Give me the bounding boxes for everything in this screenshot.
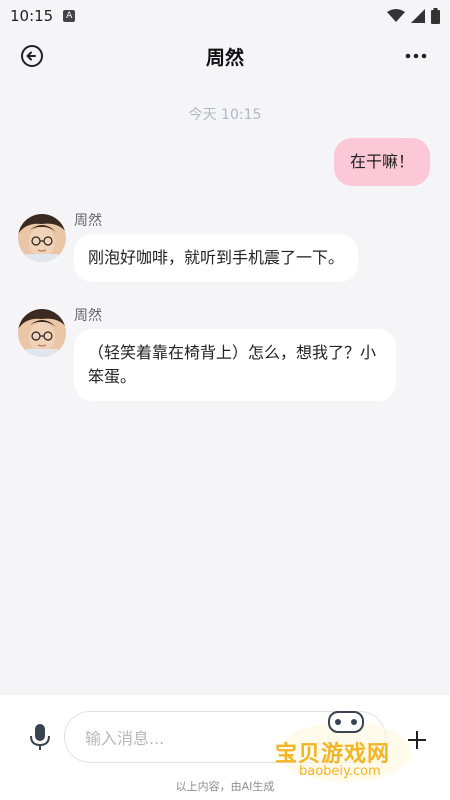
status-time: 10:15 <box>10 7 54 25</box>
more-icon[interactable] <box>404 46 428 66</box>
chat-header: 周然 <box>0 32 450 80</box>
battery-icon <box>431 8 440 24</box>
chat-timestamp: 今天 10:15 <box>188 107 262 123</box>
status-right <box>387 8 440 24</box>
incoming-message: 周然 （轻笑着靠在椅背上）怎么，想我了？小笨蛋。 <box>18 308 418 409</box>
microphone-icon[interactable] <box>28 723 52 751</box>
wifi-icon <box>387 9 405 22</box>
avatar[interactable] <box>18 214 66 262</box>
back-arrow-icon[interactable] <box>20 44 44 68</box>
sender-name: 周然 <box>74 308 102 324</box>
status-bar: 10:15 A <box>0 0 450 32</box>
incoming-message-bubble: （轻笑着靠在椅背上）怎么，想我了？小笨蛋。 <box>74 329 396 401</box>
watermark: 宝贝游戏网 baobeiy.com <box>275 710 425 790</box>
sender-name: 周然 <box>74 213 102 229</box>
watermark-domain: baobeiy.com <box>299 764 381 779</box>
incoming-message-bubble: 刚泡好咖啡，就听到手机震了一下。 <box>74 234 359 282</box>
chat-title: 周然 <box>205 46 244 69</box>
message-input-placeholder: 输入消息... <box>85 729 165 748</box>
notification-a-icon: A <box>63 10 76 22</box>
status-left: 10:15 A <box>10 7 76 25</box>
incoming-message: 周然 刚泡好咖啡，就听到手机震了一下。 <box>18 213 418 284</box>
avatar[interactable] <box>18 309 66 357</box>
outgoing-message-bubble: 在干嘛！ <box>333 138 430 186</box>
signal-icon <box>411 9 425 23</box>
